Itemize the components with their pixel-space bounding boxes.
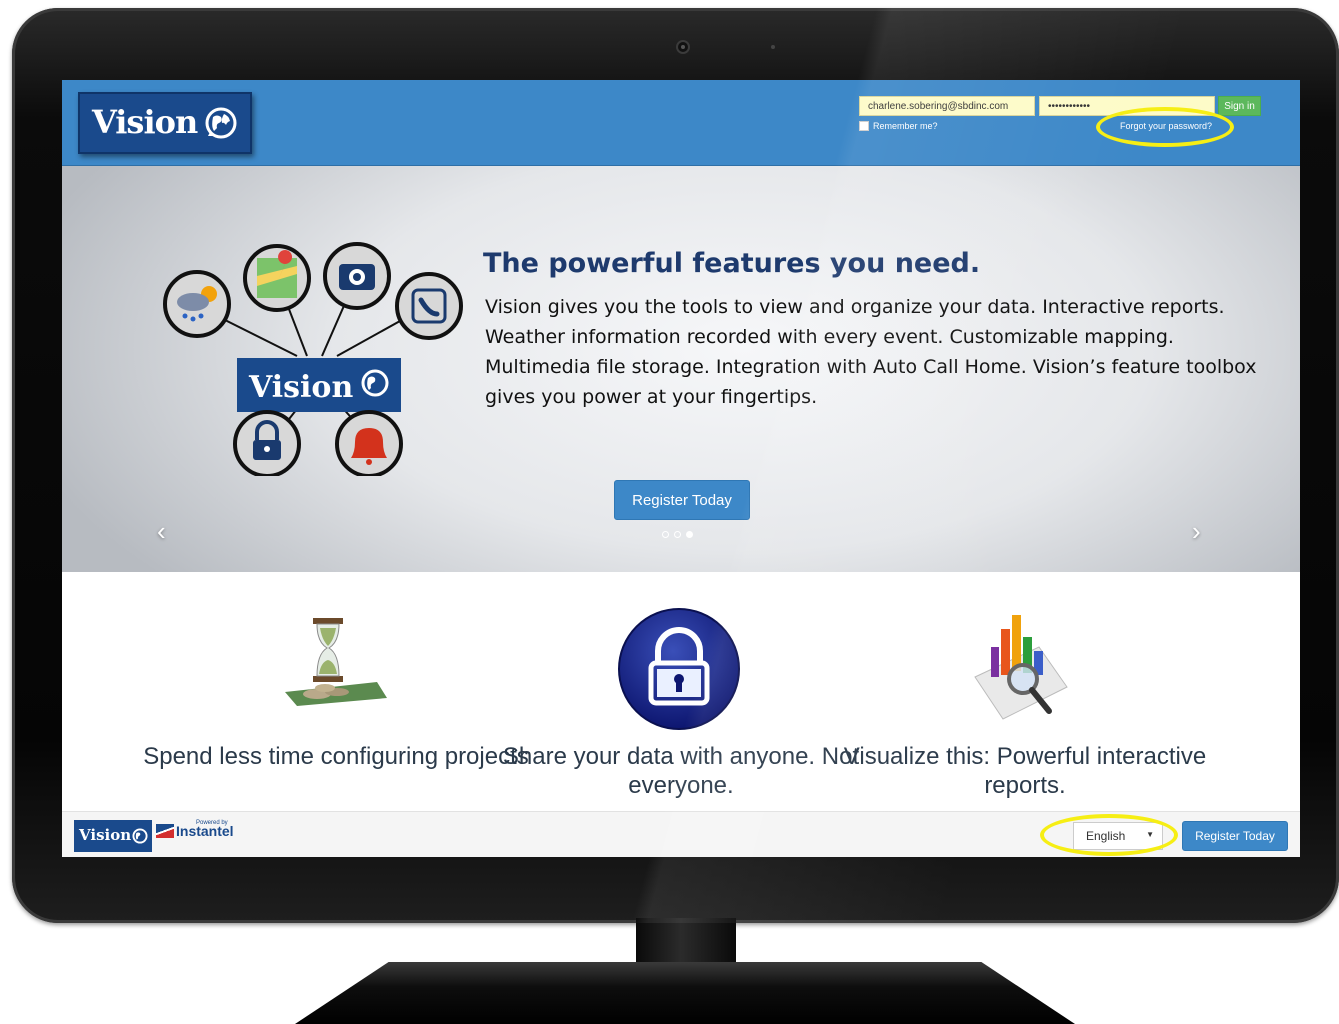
- feature-title-share: Share your data with anyone. Not everyon…: [502, 743, 860, 799]
- diagram-logo-text: Vision: [248, 370, 353, 405]
- highlight-circle-forgot-password: [1096, 107, 1234, 147]
- padlock-icon: [618, 608, 740, 730]
- footer-register-today-button[interactable]: Register Today: [1182, 821, 1288, 851]
- hourglass-coins-icon: [285, 618, 387, 706]
- carousel-dot[interactable]: [674, 531, 681, 538]
- feature-title-configure: Spend less time configuring projects: [143, 743, 529, 770]
- remember-me-label: Remember me?: [873, 121, 938, 131]
- chart-magnifier-icon: [974, 615, 1068, 720]
- highlight-circle-language: [1040, 814, 1178, 856]
- remember-me[interactable]: Remember me?: [859, 121, 938, 131]
- vision-logo[interactable]: Vision: [78, 92, 252, 154]
- logo-text: Vision: [92, 103, 198, 141]
- carousel-dot[interactable]: [662, 531, 669, 538]
- feature-diagram: Vision: [163, 242, 463, 476]
- register-today-button[interactable]: Register Today: [614, 480, 750, 520]
- carousel-dot-active[interactable]: [686, 531, 693, 538]
- hero-description: Vision gives you the tools to view and o…: [485, 296, 1257, 408]
- alarm-bell-icon: [335, 410, 403, 476]
- carousel-next-icon[interactable]: ›: [1192, 516, 1201, 547]
- footer-vision-logo[interactable]: Vision: [74, 820, 152, 852]
- monitor-neck: [636, 918, 736, 966]
- hero-carousel: Vision The powerful features you need. V…: [62, 166, 1300, 572]
- carousel-indicators: [662, 531, 693, 538]
- powered-by-label: Powered by: [196, 820, 228, 826]
- monitor-stand: [295, 962, 1075, 1024]
- hero-title: The powerful features you need.: [483, 248, 981, 279]
- remember-me-checkbox[interactable]: [859, 121, 869, 131]
- light-sensor: [771, 45, 775, 49]
- instantel-flag-icon: [156, 824, 174, 838]
- globe-icon: [132, 828, 148, 844]
- lock-small-icon: [233, 410, 301, 476]
- globe-icon: [205, 107, 237, 139]
- site-header: Vision Sign in Remember me? Forgot your …: [62, 80, 1300, 166]
- email-field[interactable]: [859, 96, 1035, 116]
- site-footer: Vision Powered by Instantel English ▼ Re…: [62, 811, 1300, 857]
- webcam: [676, 40, 690, 54]
- sign-in-button[interactable]: Sign in: [1218, 96, 1261, 116]
- footer-logo-text: Vision: [79, 826, 132, 844]
- instantel-logo[interactable]: Powered by Instantel: [156, 820, 234, 838]
- weather-icon: [163, 270, 231, 338]
- phone-call-icon: [395, 272, 463, 340]
- feature-title-visualize: Visualize this: Powerful interactive rep…: [843, 743, 1207, 799]
- map-icon: [243, 244, 311, 312]
- screen: Vision Sign in Remember me? Forgot your …: [62, 80, 1300, 857]
- camera-icon: [323, 242, 391, 310]
- carousel-prev-icon[interactable]: ‹: [157, 516, 166, 547]
